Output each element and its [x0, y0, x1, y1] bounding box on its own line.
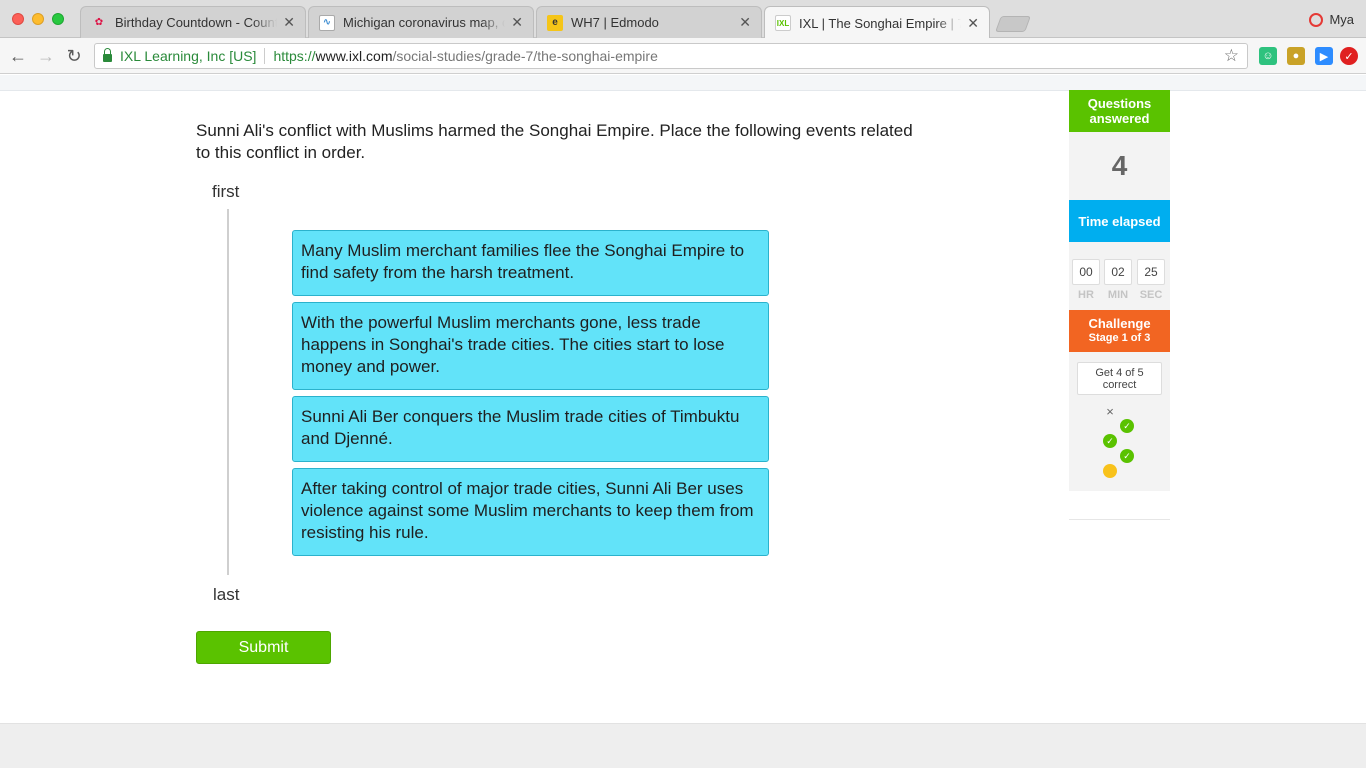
correct-check-icon: ✓ [1103, 434, 1117, 448]
challenge-title: Challenge [1088, 316, 1151, 331]
secure-site-label: IXL Learning, Inc [US] [120, 48, 257, 64]
divider [264, 48, 266, 64]
tab-title: IXL | The Songhai Empire | 7th [799, 15, 962, 31]
questions-answered-header: Questions answered [1069, 90, 1170, 132]
profile-button[interactable]: Mya [1309, 12, 1354, 27]
tab-edmodo[interactable]: e WH7 | Edmodo ✕ [536, 6, 762, 38]
ixl-icon: IXL [775, 15, 791, 31]
ixl-page: Sunni Ali's conflict with Muslims harmed… [0, 75, 1366, 768]
timer-minutes: 02 [1104, 259, 1132, 285]
timer-seconds-label: SEC [1139, 289, 1163, 301]
order-item-card[interactable]: After taking control of major trade citi… [292, 468, 769, 556]
birthday-icon: ✿ [94, 17, 104, 28]
timer-minutes-label: MIN [1107, 289, 1129, 301]
challenge-goal: Get 4 of 5 correct [1077, 362, 1162, 395]
time-elapsed-timer: 00 02 25 HR MIN SEC [1069, 242, 1170, 310]
extension-smile-icon[interactable]: ☺ [1259, 47, 1277, 65]
browser-tab-bar: ✿ Birthday Countdown - Countdown ✕ ∿ Mic… [0, 0, 1366, 39]
profile-name: Mya [1329, 12, 1354, 27]
challenge-progress: Get 4 of 5 correct × ✓ ✓ ✓ [1069, 352, 1170, 490]
question-prompt: Sunni Ali's conflict with Muslims harmed… [196, 121, 913, 162]
close-icon[interactable]: ✕ [511, 14, 523, 31]
breadcrumb-strip [0, 75, 1366, 91]
news-icon: ∿ [319, 14, 335, 31]
tab-title: Birthday Countdown - Countdown [115, 15, 277, 30]
browser-toolbar: ← → ↻ IXL Learning, Inc [US] https:// ww… [0, 38, 1366, 74]
url-scheme: https:// [273, 48, 316, 64]
close-window-button[interactable] [12, 13, 24, 25]
order-item-card[interactable]: Many Muslim merchant families flee the S… [292, 230, 769, 296]
extension-video-icon[interactable]: ▶ [1315, 47, 1333, 65]
extension-mask-icon[interactable]: ● [1287, 47, 1305, 65]
incorrect-mark-icon: × [1106, 403, 1114, 419]
profile-icon [1309, 12, 1324, 27]
close-icon[interactable]: ✕ [967, 15, 979, 32]
tab-birthday-countdown[interactable]: ✿ Birthday Countdown - Countdown ✕ [80, 6, 306, 38]
questions-answered-count: 4 [1111, 150, 1128, 181]
lock-icon [103, 48, 112, 62]
forward-arrow-icon[interactable]: → [34, 44, 58, 68]
last-label: last [213, 585, 240, 604]
pending-dot-icon [1103, 464, 1117, 478]
tab-ixl-songhai[interactable]: IXL IXL | The Songhai Empire | 7th ✕ [764, 6, 990, 39]
tab-title: WH7 | Edmodo [571, 15, 659, 30]
time-elapsed-header: Time elapsed [1069, 200, 1170, 242]
order-item-card[interactable]: With the powerful Muslim merchants gone,… [292, 302, 769, 390]
url-path: /social-studies/grade-7/the-songhai-empi… [392, 48, 658, 64]
new-tab-button[interactable] [995, 16, 1031, 32]
challenge-header: Challenge Stage 1 of 3 [1069, 310, 1170, 352]
page-footer [0, 723, 1366, 768]
close-icon[interactable]: ✕ [283, 14, 295, 31]
order-item-card[interactable]: Sunni Ali Ber conquers the Muslim trade … [292, 396, 769, 462]
extension-adblock-icon[interactable]: ✓ [1340, 47, 1358, 65]
back-arrow-icon[interactable]: ← [6, 44, 30, 68]
correct-check-icon: ✓ [1120, 449, 1134, 463]
tab-title: Michigan coronavirus map, cur [343, 15, 506, 30]
submit-button[interactable]: Submit [196, 631, 331, 664]
order-line [227, 209, 229, 575]
url-host: www.ixl.com [315, 48, 393, 64]
bookmark-star-icon[interactable]: ☆ [1224, 46, 1239, 66]
reload-icon[interactable]: ↻ [62, 44, 86, 68]
edmodo-icon: e [547, 14, 563, 31]
score-sidebar: Questions answered 4 Time elapsed 00 02 … [1069, 90, 1170, 491]
minimize-window-button[interactable] [32, 13, 44, 25]
tab-michigan-coronavirus[interactable]: ∿ Michigan coronavirus map, cur ✕ [308, 6, 534, 38]
timer-seconds: 25 [1137, 259, 1165, 285]
challenge-stage: Stage 1 of 3 [1088, 332, 1151, 344]
timer-hours: 00 [1072, 259, 1100, 285]
correct-check-icon: ✓ [1120, 419, 1134, 433]
timer-hours-label: HR [1078, 289, 1094, 301]
close-icon[interactable]: ✕ [739, 14, 751, 31]
fullscreen-window-button[interactable] [52, 13, 64, 25]
divider [1069, 519, 1170, 520]
address-bar[interactable]: IXL Learning, Inc [US] https:// www.ixl.… [94, 43, 1248, 69]
first-label: first [212, 182, 240, 201]
